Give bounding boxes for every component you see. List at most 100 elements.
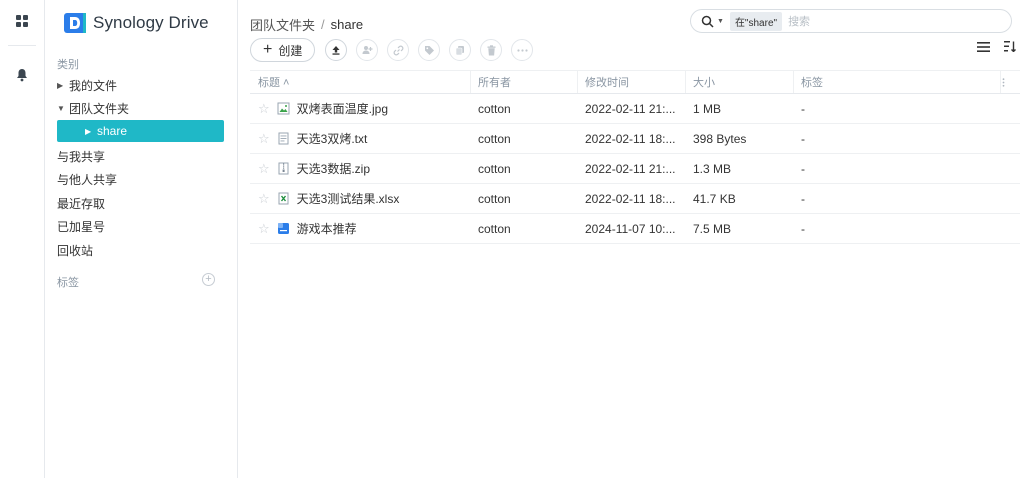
owner-cell: cotton: [478, 131, 511, 146]
app-title: Synology Drive: [93, 13, 209, 32]
file-name[interactable]: 天选3数据.zip: [297, 160, 370, 177]
sidebar-item-shared-with-others[interactable]: 与他人共享: [57, 168, 224, 190]
modified-cell: 2022-02-11 18:...: [585, 131, 676, 146]
main-content: 团队文件夹 / share ▼ 在"share" 搜索 + 创建 标题 ˄ 所有…: [238, 0, 1024, 478]
sort-icon[interactable]: [1004, 41, 1016, 52]
plus-icon: +: [263, 41, 273, 58]
table-row[interactable]: ☆ 天选3数据.zip cotton 2022-02-11 21:... 1.3…: [250, 154, 1020, 184]
sidebar-item-share[interactable]: ▶ share: [57, 120, 224, 142]
file-name[interactable]: 双烤表面温度.jpg: [297, 100, 388, 117]
file-name[interactable]: 天选3测试结果.xlsx: [297, 190, 400, 207]
rail-divider: [8, 45, 36, 46]
share-user-button[interactable]: [356, 39, 379, 61]
search-box[interactable]: ▼ 在"share" 搜索: [690, 9, 1012, 33]
sidebar-item-recycle-bin[interactable]: 回收站: [57, 239, 224, 261]
tags-cell: -: [801, 221, 805, 236]
caret-right-icon: ▶: [57, 80, 64, 90]
excel-file-icon: [278, 192, 289, 205]
bell-icon[interactable]: [11, 64, 33, 86]
owner-cell: cotton: [478, 221, 511, 236]
caret-down-icon: ▼: [57, 103, 65, 113]
search-dropdown-icon[interactable]: ▼: [717, 18, 724, 25]
sidebar-item-label: share: [97, 124, 128, 138]
add-user-icon: [362, 46, 373, 54]
more-button[interactable]: [511, 39, 534, 61]
search-input[interactable]: 搜索: [788, 13, 810, 29]
table-row[interactable]: ☆ 游戏本推荐 cotton 2024-11-07 10:... 7.5 MB …: [250, 214, 1020, 244]
more-icon: [517, 48, 528, 52]
star-icon[interactable]: ☆: [258, 131, 270, 147]
file-name[interactable]: 游戏本推荐: [297, 220, 357, 237]
modified-cell: 2022-02-11 21:...: [585, 161, 676, 176]
delete-button[interactable]: [480, 39, 503, 61]
tags-cell: -: [801, 161, 805, 176]
size-cell: 1.3 MB: [693, 161, 732, 176]
sidebar-item-label: 与他人共享: [57, 172, 118, 187]
star-icon[interactable]: ☆: [258, 101, 270, 117]
upload-icon: [332, 46, 340, 55]
caret-right-icon: ▶: [85, 126, 92, 136]
sidebar-item-team-folder[interactable]: ▼ 团队文件夹: [57, 97, 224, 119]
breadcrumb-separator: /: [321, 17, 325, 32]
star-icon[interactable]: ☆: [258, 191, 270, 207]
size-cell: 1 MB: [693, 101, 722, 116]
name-cell: ☆ 天选3数据.zip: [250, 154, 470, 183]
table-row[interactable]: ☆ 天选3双烤.txt cotton 2022-02-11 18:... 398…: [250, 124, 1020, 154]
sidebar-item-label: 已加星号: [57, 219, 106, 234]
table-row[interactable]: ☆ 双烤表面温度.jpg cotton 2022-02-11 21:... 1 …: [250, 94, 1020, 124]
link-icon: [393, 45, 404, 55]
sidebar-item-recent[interactable]: 最近存取: [57, 192, 224, 214]
category-label: 类别: [57, 59, 79, 71]
app-rail: [0, 0, 45, 478]
breadcrumb: 团队文件夹 / share: [250, 15, 363, 34]
header-modified[interactable]: 修改时间: [577, 71, 685, 93]
size-cell: 398 Bytes: [693, 131, 747, 146]
breadcrumb-current: share: [330, 17, 364, 32]
create-button[interactable]: + 创建: [250, 38, 316, 62]
column-options-icon[interactable]: [1002, 71, 1016, 93]
sidebar-item-starred[interactable]: 已加星号: [57, 215, 224, 237]
link-button[interactable]: [387, 39, 410, 61]
sidebar-item-label: 最近存取: [57, 196, 106, 211]
search-scope: 在"share": [729, 11, 783, 31]
copy-button[interactable]: [449, 39, 472, 61]
owner-cell: cotton: [478, 191, 511, 206]
file-name[interactable]: 天选3双烤.txt: [297, 130, 368, 147]
owner-cell: cotton: [478, 101, 511, 116]
column-divider: [1000, 71, 1001, 93]
search-icon: [701, 15, 714, 28]
size-cell: 41.7 KB: [693, 191, 736, 206]
breadcrumb-team-folder[interactable]: 团队文件夹: [250, 15, 315, 34]
header-name[interactable]: 标题 ˄: [250, 71, 470, 93]
tags-cell: -: [801, 101, 805, 116]
sidebar: Synology Drive 类别 ▶ 我的文件 ▼ 团队文件夹 ▶ share…: [45, 0, 238, 478]
star-icon[interactable]: ☆: [258, 221, 270, 237]
header-tags[interactable]: 标签: [793, 71, 993, 93]
zip-file-icon: [278, 162, 289, 175]
tag-button[interactable]: [418, 39, 441, 61]
upload-button[interactable]: [325, 39, 348, 61]
modified-cell: 2024-11-07 10:...: [585, 221, 676, 236]
name-cell: ☆ 天选3双烤.txt: [250, 124, 470, 153]
tags-cell: -: [801, 131, 805, 146]
text-file-icon: [278, 132, 289, 145]
table-row[interactable]: ☆ 天选3测试结果.xlsx cotton 2022-02-11 18:... …: [250, 184, 1020, 214]
list-view-icon[interactable]: [977, 41, 990, 52]
sidebar-item-shared-with-me[interactable]: 与我共享: [57, 145, 224, 167]
tags-label: 标签: [57, 277, 79, 289]
create-label: 创建: [278, 43, 303, 58]
synology-drive-logo-icon: [64, 13, 86, 33]
image-file-icon: [277, 102, 290, 115]
sidebar-item-my-files[interactable]: ▶ 我的文件: [57, 74, 224, 96]
sidebar-item-label: 团队文件夹: [69, 101, 130, 116]
modified-cell: 2022-02-11 21:...: [585, 101, 676, 116]
copy-icon: [456, 45, 465, 55]
header-size[interactable]: 大小: [685, 71, 793, 93]
synology-doc-icon: [277, 223, 289, 234]
name-cell: ☆ 游戏本推荐: [250, 214, 470, 243]
apps-grid-icon[interactable]: [11, 10, 33, 32]
header-owner[interactable]: 所有者: [470, 71, 577, 93]
add-tag-icon[interactable]: +: [202, 273, 215, 286]
size-cell: 7.5 MB: [693, 221, 732, 236]
star-icon[interactable]: ☆: [258, 161, 270, 177]
